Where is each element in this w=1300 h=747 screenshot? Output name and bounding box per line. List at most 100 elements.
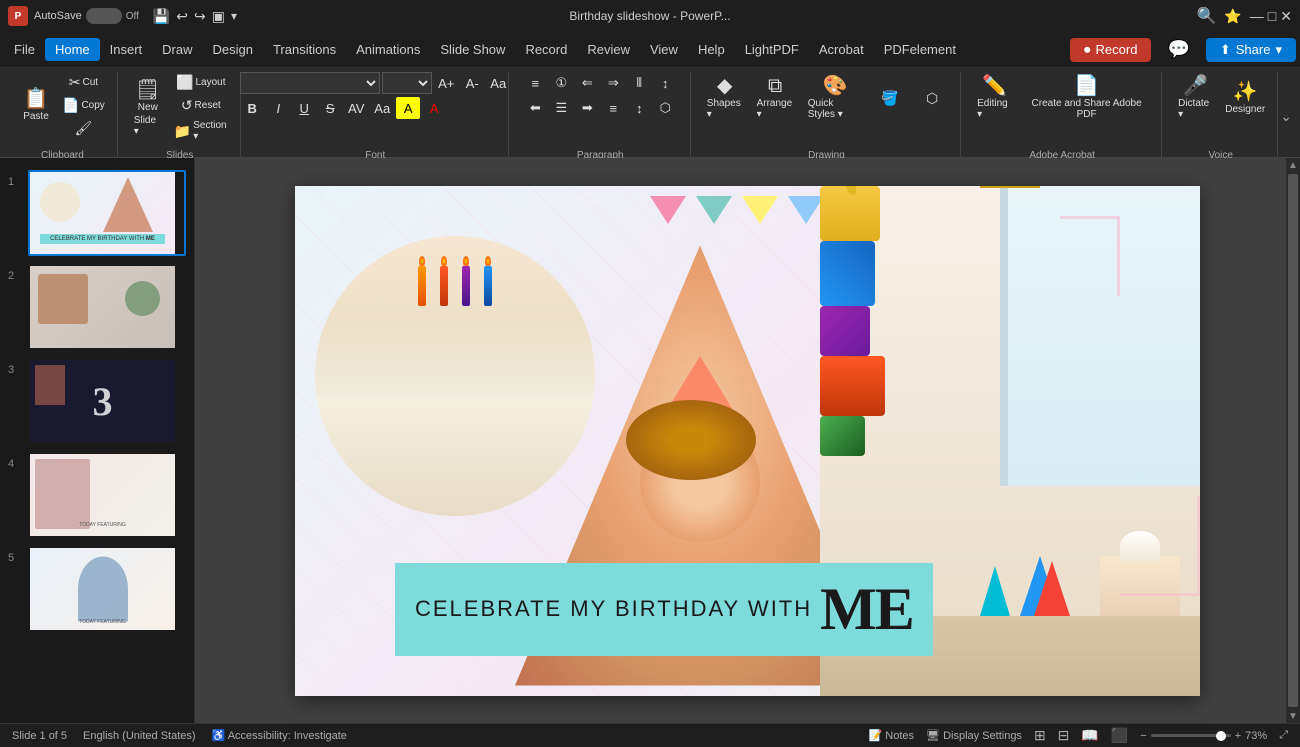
close-button[interactable]: ✕ [1280, 8, 1292, 25]
scroll-thumb[interactable] [1288, 174, 1298, 707]
notes-button[interactable]: 📝 Notes [869, 729, 915, 742]
font-increase-button[interactable]: A+ [434, 72, 458, 94]
clear-format-button[interactable]: Aa [486, 72, 510, 94]
menu-pdfelement[interactable]: PDFelement [874, 38, 966, 61]
font-color-button[interactable]: A [422, 97, 446, 119]
layout-button[interactable]: ⬜ Layout [170, 72, 232, 93]
shape-fill-button[interactable]: 🪣 [870, 86, 910, 111]
align-center-button[interactable]: ☰ [549, 97, 573, 119]
reset-button[interactable]: ↺ Reset [170, 95, 232, 116]
zoom-in-button[interactable]: + [1235, 730, 1241, 742]
undo-icon[interactable]: ↩ [176, 8, 188, 25]
new-slide-button[interactable]: 🗒 New Slide ▾ [128, 76, 168, 141]
birthday-banner[interactable]: CELEBRATE MY BIRTHDAY WITH ME [395, 563, 1150, 656]
zoom-slider[interactable] [1151, 734, 1231, 737]
font-size-select[interactable] [382, 72, 432, 94]
arrange-button[interactable]: ⧉ Arrange ▾ [751, 72, 800, 124]
paste-button[interactable]: 📋 Paste [16, 85, 56, 126]
view-sorter-button[interactable]: ⊟ [1058, 727, 1070, 744]
save-icon[interactable]: 💾 [153, 8, 170, 25]
display-settings-button[interactable]: 🖥 Display Settings [926, 729, 1022, 742]
scroll-down-button[interactable]: ▼ [1286, 709, 1300, 723]
format-painter-button[interactable]: 🖌 [58, 118, 109, 139]
zoom-control[interactable]: − + 73% [1140, 730, 1267, 742]
view-normal-button[interactable]: ⊞ [1034, 727, 1046, 744]
menu-draw[interactable]: Draw [152, 38, 202, 61]
menu-animations[interactable]: Animations [346, 38, 430, 61]
menu-home[interactable]: Home [45, 38, 100, 61]
text-direction-button[interactable]: ↕ [653, 72, 677, 94]
strikethrough-button[interactable]: S [318, 97, 342, 119]
maximize-button[interactable]: □ [1268, 8, 1276, 25]
char-spacing-button[interactable]: AV [344, 97, 368, 119]
menu-transitions[interactable]: Transitions [263, 38, 346, 61]
scroll-up-button[interactable]: ▲ [1286, 158, 1300, 172]
redo-icon[interactable]: ↪ [194, 8, 206, 25]
chat-button[interactable]: 💬 [1159, 35, 1197, 64]
bold-button[interactable]: B [240, 97, 264, 119]
bullets-button[interactable]: ≡ [523, 72, 547, 94]
record-button[interactable]: ⏺ Record [1070, 38, 1151, 62]
view-presenter-button[interactable]: ⬛ [1111, 727, 1128, 744]
ribbon-icon[interactable]: ⭐ [1224, 8, 1241, 25]
text-highlight-button[interactable]: A [396, 97, 420, 119]
slide-item-3[interactable]: 3 3 [0, 354, 194, 448]
slide-item-1[interactable]: 1 CELEBRATE MY BIRTHDAY WITH ME [0, 166, 194, 260]
create-pdf-button[interactable]: 📄 Create and Share Adobe PDF [1020, 72, 1153, 124]
menu-review[interactable]: Review [577, 38, 640, 61]
slide-item-5[interactable]: 5 TODAY FEATURING [0, 542, 194, 636]
zoom-level: 73% [1245, 730, 1267, 742]
outdent-button[interactable]: ⇐ [575, 72, 599, 94]
indent-button[interactable]: ⇒ [601, 72, 625, 94]
autosave-control[interactable]: AutoSave Off [34, 8, 139, 24]
menu-lightpdf[interactable]: LightPDF [735, 38, 809, 61]
columns-button[interactable]: ⫴ [627, 72, 651, 94]
align-right-button[interactable]: ➡ [575, 97, 599, 119]
zoom-out-button[interactable]: − [1140, 730, 1146, 742]
search-icon[interactable]: 🔍 [1196, 6, 1216, 26]
font-decrease-button[interactable]: A- [460, 72, 484, 94]
font-name-select[interactable] [240, 72, 380, 94]
menu-acrobat[interactable]: Acrobat [809, 38, 874, 61]
justify-button[interactable]: ≡ [601, 97, 625, 119]
view-reading-button[interactable]: 📖 [1081, 727, 1098, 744]
align-left-button[interactable]: ⬅ [523, 97, 547, 119]
cut-button[interactable]: ✂ Cut [58, 72, 109, 93]
dictate-button[interactable]: 🎤 Dictate ▾ [1172, 72, 1219, 124]
line-spacing-button[interactable]: ↕ [627, 97, 651, 119]
main-content: 1 CELEBRATE MY BIRTHDAY WITH ME 2 [0, 158, 1300, 723]
slide-canvas[interactable]: CELEBRATE MY BIRTHDAY WITH ME [295, 186, 1200, 696]
menu-view[interactable]: View [640, 38, 688, 61]
present-icon[interactable]: ▣ [212, 8, 225, 25]
shape-outline-button[interactable]: ⬡ [912, 86, 952, 111]
fit-to-window-button[interactable]: ⤢ [1279, 729, 1288, 742]
section-button[interactable]: 📁 Section ▾ [170, 118, 232, 144]
designer-button[interactable]: ✨ Designer [1221, 78, 1269, 119]
quick-styles-button[interactable]: 🎨 Quick Styles ▾ [802, 72, 868, 124]
share-button[interactable]: ⬆ Share ▾ [1206, 38, 1296, 62]
minimize-button[interactable]: — [1250, 8, 1264, 25]
menu-file[interactable]: File [4, 38, 45, 61]
menu-insert[interactable]: Insert [100, 38, 153, 61]
italic-button[interactable]: I [266, 97, 290, 119]
change-case-button[interactable]: Aa [370, 97, 394, 119]
status-bar: Slide 1 of 5 English (United States) ♿ A… [0, 723, 1300, 747]
menu-record[interactable]: Record [515, 38, 577, 61]
underline-button[interactable]: U [292, 97, 316, 119]
copy-button[interactable]: 📄 Copy [58, 95, 109, 116]
autosave-toggle[interactable] [86, 8, 122, 24]
shapes-button[interactable]: ◆ Shapes ▾ [701, 72, 749, 124]
menu-design[interactable]: Design [203, 38, 263, 61]
smartart-button[interactable]: ⬡ [653, 97, 677, 119]
editing-button[interactable]: ✏️ Editing ▾ [971, 72, 1018, 124]
ribbon-expand[interactable]: ⌄ [1280, 72, 1292, 161]
menu-slideshow[interactable]: Slide Show [430, 38, 515, 61]
window-controls[interactable]: — □ ✕ [1250, 8, 1292, 25]
title-left: P AutoSave Off 💾 ↩ ↪ ▣ ▾ [8, 6, 237, 26]
slide-item-2[interactable]: 2 [0, 260, 194, 354]
numbering-button[interactable]: ① [549, 72, 573, 94]
customize-icon[interactable]: ▾ [231, 9, 237, 23]
slide-item-4[interactable]: 4 TODAY FEATURING [0, 448, 194, 542]
menu-help[interactable]: Help [688, 38, 735, 61]
vertical-scrollbar[interactable]: ▲ ▼ [1286, 158, 1300, 723]
